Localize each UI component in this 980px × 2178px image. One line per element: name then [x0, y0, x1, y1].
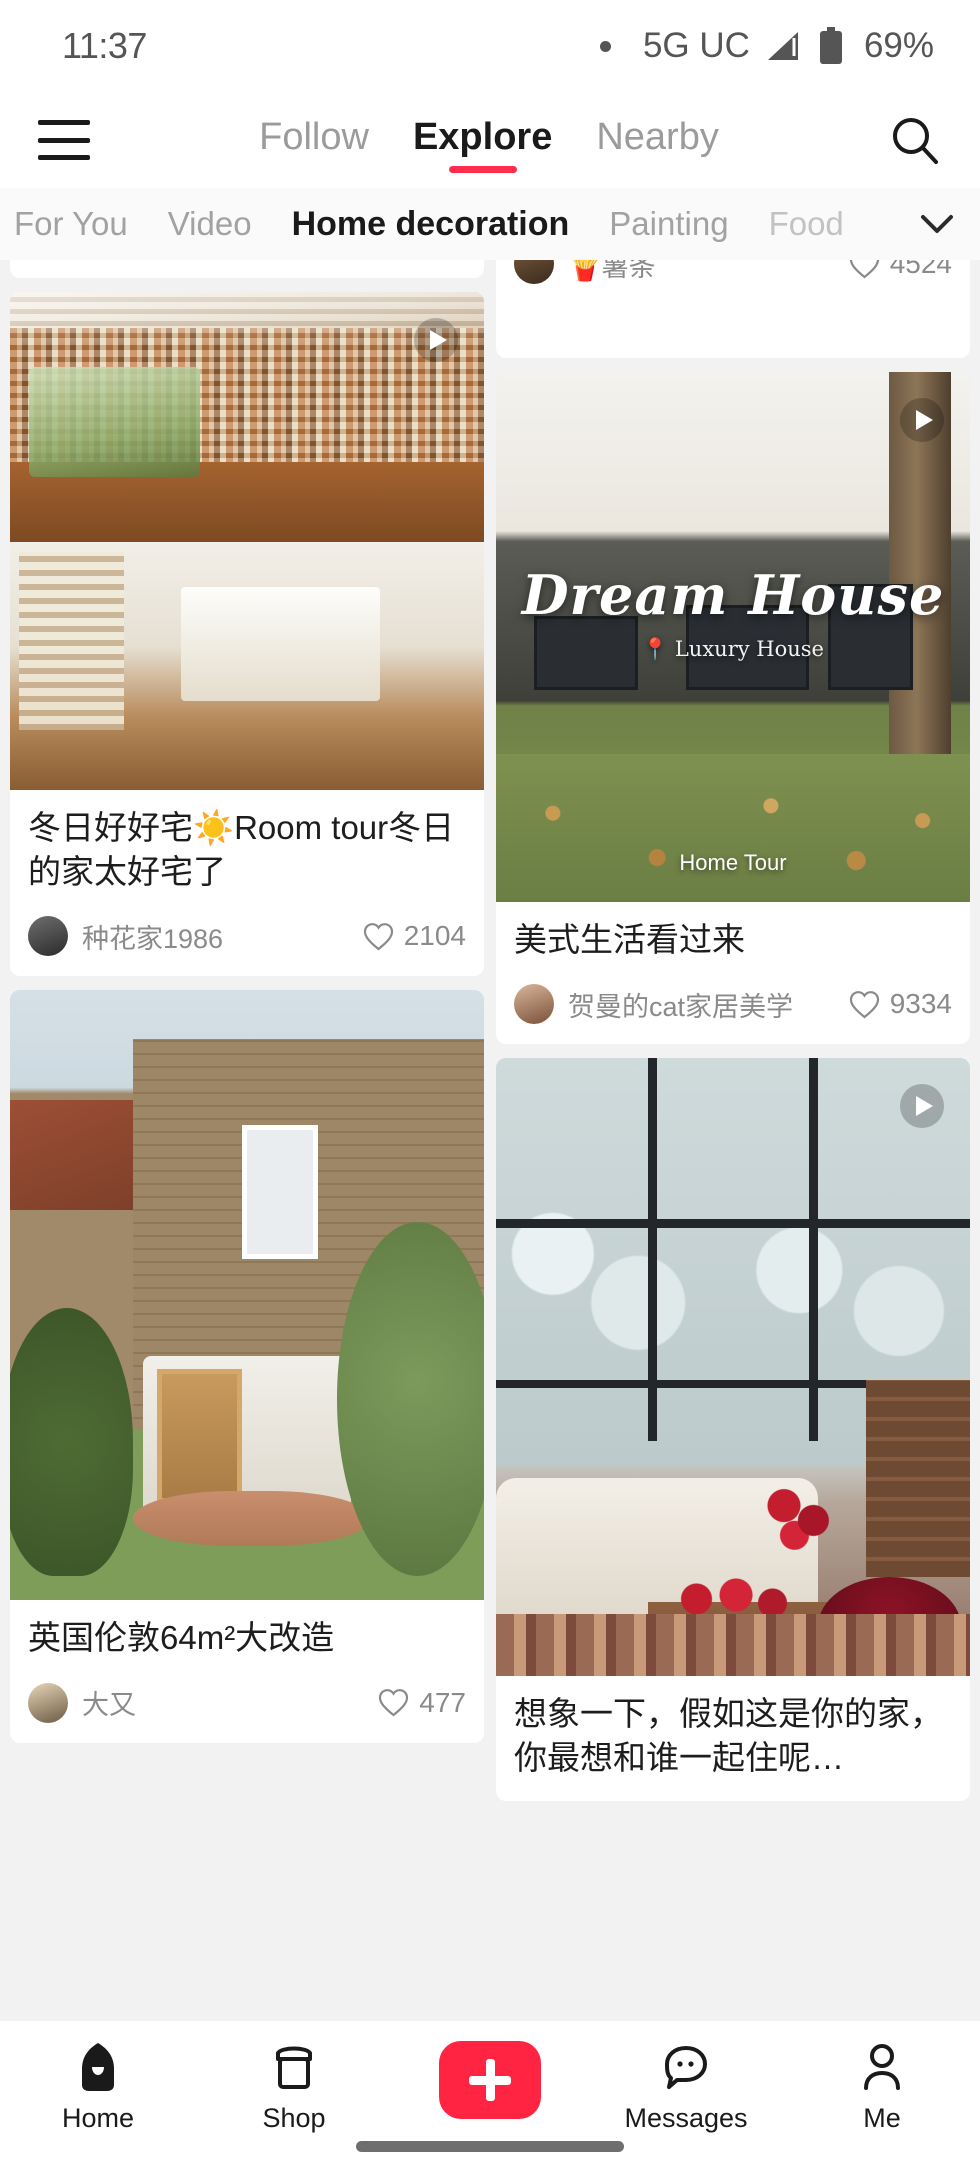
feed-column-left: 玲珑Linglong 721	[10, 260, 484, 2032]
plus-create-icon[interactable]	[439, 2041, 541, 2119]
like-count: 4524	[889, 260, 952, 280]
main-tabs: Follow Explore Nearby	[90, 116, 888, 165]
image-overlay-subline: 📍 Luxury House	[642, 637, 824, 661]
nav-label-messages: Messages	[624, 2103, 748, 2133]
card-title[interactable]: 美式生活看过来	[514, 918, 952, 962]
feed-card[interactable]: Dream House 📍 Luxury House Home Tour 美式生…	[496, 372, 970, 1045]
like-count: 2104	[403, 920, 466, 952]
content-feed[interactable]: 玲珑Linglong 721	[0, 260, 980, 2032]
app-screen: 11:37 5G UC 69% Follow Explore Nearby Fo…	[0, 0, 980, 2178]
category-tab-for-you[interactable]: For You	[14, 205, 128, 243]
nav-label-home: Home	[61, 2103, 135, 2133]
card-title[interactable]: 冬日好好宅☀️Room tour冬日的家太好宅了	[28, 806, 466, 894]
tab-nearby[interactable]: Nearby	[596, 116, 719, 165]
play-triangle-icon[interactable]	[900, 398, 944, 442]
nav-label-me: Me	[863, 2103, 901, 2133]
card-author[interactable]: 🍟薯条	[568, 260, 841, 284]
network-label: 5G UC	[642, 26, 750, 65]
card-image[interactable]	[496, 1058, 970, 1677]
tab-follow[interactable]: Follow	[259, 116, 369, 165]
person-icon	[856, 2041, 908, 2093]
avatar	[28, 1682, 68, 1723]
like-counter[interactable]: 4524	[849, 260, 952, 280]
dot-icon	[599, 40, 611, 52]
battery-percent: 69%	[863, 26, 934, 65]
category-tab-bar: For You Video Home decoration Painting F…	[0, 188, 980, 260]
category-tab-video[interactable]: Video	[168, 205, 252, 243]
bottom-navigation-bar: Home Shop Messages Me	[0, 2020, 980, 2178]
avatar	[28, 916, 68, 957]
tab-explore[interactable]: Explore	[413, 116, 552, 165]
feed-card[interactable]: 想象一下，假如这是你的家，你最想和谁一起住呢…	[496, 1058, 970, 1801]
category-tab-food[interactable]: Food	[769, 205, 844, 243]
battery-icon	[818, 27, 844, 65]
card-author[interactable]: 贺曼的cat家居美学	[568, 985, 841, 1024]
signal-bars-icon	[764, 30, 800, 62]
card-title[interactable]: 想象一下，假如这是你的家，你最想和谁一起住呢…	[514, 1692, 952, 1780]
heart-outline-icon	[849, 990, 880, 1019]
feed-card[interactable]: 冬日好好宅☀️Room tour冬日的家太好宅了 种花家1986 2104	[10, 292, 484, 977]
like-counter[interactable]: 477	[378, 1687, 466, 1719]
shop-icon	[268, 2041, 320, 2093]
category-tabs: For You Video Home decoration Painting F…	[14, 205, 904, 244]
card-image-secondary[interactable]	[10, 542, 484, 790]
avatar	[514, 260, 554, 285]
messages-icon	[660, 2041, 712, 2093]
nav-label-shop: Shop	[262, 2103, 326, 2133]
chevron-down-icon[interactable]	[904, 213, 970, 235]
hamburger-menu-icon[interactable]	[38, 120, 90, 160]
like-counter[interactable]: 2104	[363, 920, 466, 952]
nav-item-me[interactable]: Me	[784, 2041, 980, 2134]
play-triangle-icon[interactable]	[414, 318, 458, 362]
nav-item-shop[interactable]: Shop	[196, 2041, 392, 2134]
card-author[interactable]: 大又	[82, 1683, 370, 1722]
avatar	[514, 984, 554, 1025]
heart-outline-icon	[378, 1688, 409, 1717]
nav-item-messages[interactable]: Messages	[588, 2041, 784, 2134]
category-tab-home-decoration[interactable]: Home decoration	[292, 205, 570, 244]
feed-card[interactable]: 英国伦敦64m²大改造 大又 477	[10, 990, 484, 1743]
feed-card[interactable]: 玲珑Linglong 721	[10, 260, 484, 278]
top-navigation-bar: Follow Explore Nearby	[0, 92, 980, 188]
search-icon[interactable]	[888, 113, 942, 167]
card-image[interactable]: Dream House 📍 Luxury House Home Tour	[496, 372, 970, 902]
card-title[interactable]: 英国伦敦64m²大改造	[28, 1616, 466, 1660]
feed-card[interactable]: 上下铺小窝 🍟薯条 4524	[496, 260, 970, 358]
home-indicator-bar	[356, 2141, 624, 2152]
card-author[interactable]: 种花家1986	[82, 917, 355, 956]
like-count: 477	[419, 1686, 466, 1718]
heart-outline-icon	[849, 260, 880, 279]
nav-item-home[interactable]: Home	[0, 2041, 196, 2134]
heart-outline-icon	[363, 922, 394, 951]
status-time: 11:37	[62, 25, 147, 66]
play-triangle-icon[interactable]	[900, 1084, 944, 1129]
like-count: 9334	[889, 988, 952, 1020]
like-counter[interactable]: 9334	[849, 988, 952, 1020]
feed-column-right: 上下铺小窝 🍟薯条 4524	[496, 260, 970, 2032]
card-image[interactable]	[10, 990, 484, 1601]
status-indicators: 5G UC 69%	[599, 26, 934, 66]
image-overlay-footer: Home Tour	[679, 849, 787, 875]
category-tab-painting[interactable]: Painting	[609, 205, 728, 243]
nav-item-create[interactable]	[392, 2041, 588, 2119]
home-icon	[72, 2041, 124, 2093]
card-image[interactable]	[10, 292, 484, 542]
status-bar: 11:37 5G UC 69%	[0, 0, 980, 92]
image-overlay-headline: Dream House	[521, 562, 945, 627]
